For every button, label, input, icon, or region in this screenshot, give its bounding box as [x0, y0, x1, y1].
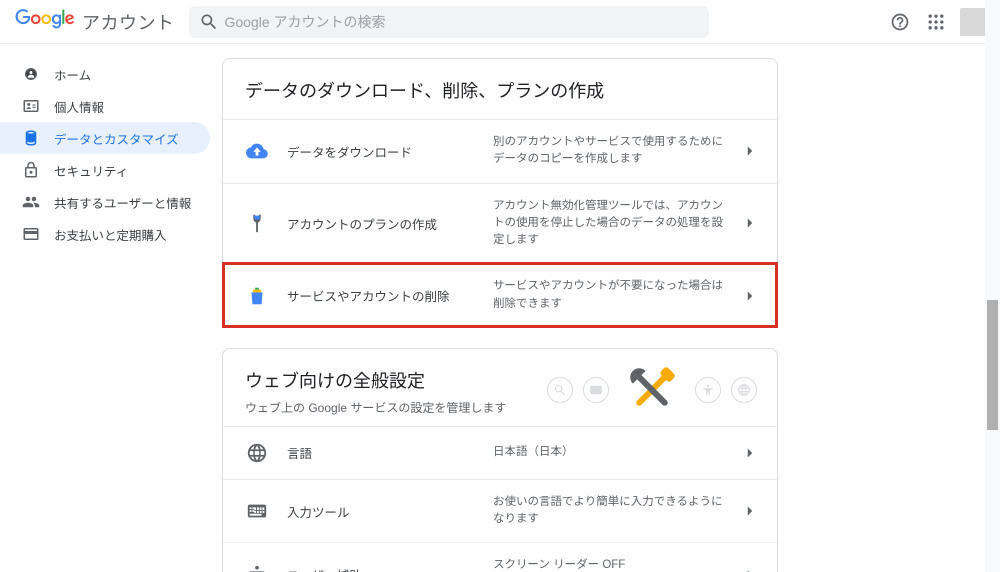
card-general-web-settings: ウェブ向けの全般設定 ウェブ上の Google サービスの設定を管理します [222, 348, 778, 572]
row-accessibility[interactable]: ユーザー補助 スクリーン リーダー OFF 高コントラスト カラー OFF [223, 542, 777, 572]
apps-grid-icon [926, 12, 946, 32]
chevron-right-icon [741, 566, 759, 572]
row-desc: お使いの言語でより簡単に入力できるようになります [493, 494, 741, 529]
search-box[interactable] [189, 6, 709, 38]
help-icon [890, 12, 910, 32]
row-desc: アカウント無効化管理ツールでは、アカウントの使用を停止した場合のデータの処理を設… [493, 198, 741, 250]
data-icon [22, 129, 40, 147]
people-icon [22, 193, 40, 211]
nav-item-personal[interactable]: 個人情報 [0, 90, 210, 122]
magnifier-outline-icon [547, 377, 573, 403]
accessibility-icon [245, 563, 269, 572]
search-icon [199, 12, 219, 32]
search-input[interactable] [225, 14, 699, 30]
google-wordmark [14, 9, 76, 29]
tools-illustration-icon [619, 363, 685, 417]
account-avatar[interactable] [960, 8, 988, 36]
nav-label: 共有するユーザーと情報 [54, 193, 191, 212]
credit-card-icon [22, 225, 40, 243]
scrollbar-thumb[interactable] [987, 300, 998, 430]
row-desc-line: スクリーン リーダー OFF [493, 559, 625, 571]
row-language[interactable]: 言語 日本語（日本） [223, 426, 777, 479]
apps-button[interactable] [920, 6, 952, 38]
nav-item-home[interactable]: ホーム [0, 58, 210, 90]
keyboard-outline-icon [583, 377, 609, 403]
row-account-plan[interactable]: アカウントのプランの作成 アカウント無効化管理ツールでは、アカウントの使用を停止… [223, 183, 777, 264]
card-title: データのダウンロード、削除、プランの作成 [245, 77, 755, 103]
row-input-tools[interactable]: 入力ツール お使いの言語でより簡単に入力できるようになります [223, 479, 777, 543]
nav-label: 個人情報 [54, 97, 104, 116]
nav-label: セキュリティ [54, 161, 128, 180]
nav-item-people[interactable]: 共有するユーザーと情報 [0, 186, 210, 218]
row-title: 入力ツール [287, 502, 493, 521]
general-settings-hero-icons [547, 363, 757, 417]
row-title: サービスやアカウントの削除 [287, 286, 493, 305]
home-icon [22, 65, 40, 83]
chevron-right-icon [741, 142, 759, 160]
row-title: データをダウンロード [287, 142, 493, 161]
row-desc: 日本語（日本） [493, 444, 741, 461]
keyboard-icon [245, 499, 269, 523]
plug-icon [245, 211, 269, 235]
cloud-download-icon [245, 139, 269, 163]
card-head: ウェブ向けの全般設定 ウェブ上の Google サービスの設定を管理します [223, 349, 777, 426]
nav-item-payments[interactable]: お支払いと定期購入 [0, 218, 210, 250]
globe-icon [245, 441, 269, 465]
window-scrollbar[interactable] [985, 0, 1000, 572]
main-content: データのダウンロード、削除、プランの作成 データをダウンロード 別のアカウントや… [210, 44, 1000, 572]
google-logo: アカウント [14, 9, 175, 35]
chevron-right-icon [741, 444, 759, 462]
nav-label: ホーム [54, 65, 91, 84]
row-desc: サービスやアカウントが不要になった場合は削除できます [493, 278, 741, 313]
globe-outline-icon [731, 377, 757, 403]
nav-label: データとカスタマイズ [54, 129, 179, 148]
id-card-icon [22, 97, 40, 115]
side-nav: ホーム 個人情報 データとカスタマイズ セキュリティ 共有するユーザーと情報 お… [0, 44, 210, 572]
product-title: アカウント [82, 9, 175, 35]
help-button[interactable] [884, 6, 916, 38]
nav-item-security[interactable]: セキュリティ [0, 154, 210, 186]
row-title: アカウントのプランの作成 [287, 214, 493, 233]
app-header: アカウント [0, 0, 1000, 44]
row-download-data[interactable]: データをダウンロード 別のアカウントやサービスで使用するためにデータのコピーを作… [223, 119, 777, 183]
nav-label: お支払いと定期購入 [54, 225, 167, 244]
chevron-right-icon [741, 214, 759, 232]
chevron-right-icon [741, 287, 759, 305]
lock-icon [22, 161, 40, 179]
row-delete-service-account[interactable]: サービスやアカウントの削除 サービスやアカウントが不要になった場合は削除できます [223, 263, 777, 327]
row-desc: スクリーン リーダー OFF 高コントラスト カラー OFF [493, 557, 741, 572]
trash-icon [245, 284, 269, 308]
chevron-right-icon [741, 502, 759, 520]
row-title: ユーザー補助 [287, 565, 493, 572]
card-head: データのダウンロード、削除、プランの作成 [223, 59, 777, 119]
accessibility-outline-icon [695, 377, 721, 403]
nav-item-data[interactable]: データとカスタマイズ [0, 122, 210, 154]
row-title: 言語 [287, 443, 493, 462]
card-download-delete-plan: データのダウンロード、削除、プランの作成 データをダウンロード 別のアカウントや… [222, 58, 778, 328]
row-desc: 別のアカウントやサービスで使用するためにデータのコピーを作成します [493, 134, 741, 169]
